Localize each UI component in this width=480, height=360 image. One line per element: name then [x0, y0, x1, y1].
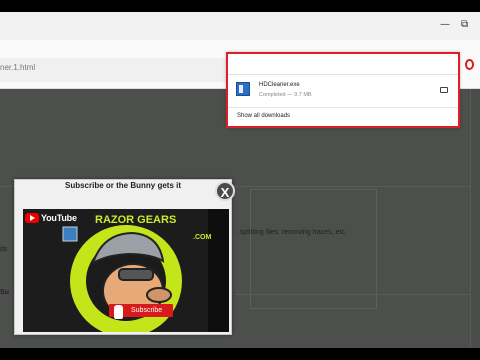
page-text-fragment-2: ds: [0, 246, 8, 253]
opera-icon[interactable]: [465, 59, 474, 70]
tab-strip: — ⧉: [0, 12, 480, 41]
page-text-fragment-3: Su: [0, 289, 9, 296]
divider: [236, 294, 470, 295]
youtube-label: YouTube: [41, 213, 77, 223]
subscribe-label: Subscribe: [131, 307, 163, 314]
exe-file-icon: [236, 82, 250, 96]
youtube-logo[interactable]: YouTube: [25, 212, 77, 224]
downloads-panel: HDCleaner.exe Completed — 9.7 MB Show al…: [226, 52, 460, 128]
folder-icon[interactable]: [440, 87, 448, 93]
thumbnail-icon: [62, 226, 78, 242]
download-file-name[interactable]: HDCleaner.exe: [259, 82, 300, 88]
restore-button[interactable]: ⧉: [461, 18, 468, 32]
youtube-play-icon: [25, 213, 39, 223]
download-status: Completed — 9.7 MB: [259, 92, 312, 98]
url-text: ner.1.html: [0, 63, 36, 72]
divider: [228, 107, 458, 108]
channel-text: RAZOR GEARS: [95, 214, 176, 226]
downloads-panel-header: [228, 54, 458, 75]
subscribe-button[interactable]: Subscribe: [109, 304, 173, 319]
page-text-fragment: , splitting files, removing traces, etc.: [236, 229, 347, 236]
show-all-downloads-link[interactable]: Show all downloads: [237, 113, 290, 119]
popup-title: Subscribe or the Bunny gets it: [64, 181, 181, 190]
minimize-button[interactable]: —: [440, 18, 450, 32]
pointer-hand-icon: [114, 305, 123, 319]
screen-bottom-border: [0, 348, 480, 360]
popup-close-button[interactable]: X: [215, 181, 235, 201]
channel-text-com: .COM: [193, 234, 211, 241]
content-box: [250, 189, 377, 309]
